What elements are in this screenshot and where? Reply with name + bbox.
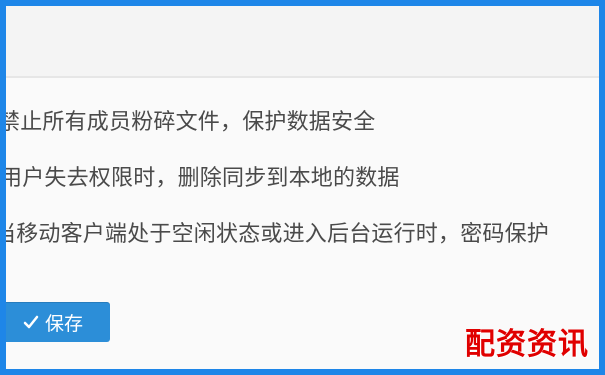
option-text-mobile-password: 当移动客户端处于空闲状态或进入后台运行时，密码保护 bbox=[0, 222, 550, 247]
option-text-remove-synced-data: 用户失去权限时，删除同步到本地的数据 bbox=[0, 166, 400, 191]
save-label: 保存 bbox=[44, 312, 83, 335]
screenshot-frame: 禁止所有成员粉碎文件，保护数据安全 用户失去权限时，删除同步到本地的数据 当移动… bbox=[0, 0, 605, 375]
watermark-text: 配资资讯 bbox=[465, 327, 589, 362]
save-button[interactable]: 保存 bbox=[6, 302, 110, 342]
check-icon bbox=[23, 314, 39, 330]
option-text-disable-shred: 禁止所有成员粉碎文件，保护数据安全 bbox=[0, 110, 376, 135]
header-area bbox=[6, 6, 599, 78]
